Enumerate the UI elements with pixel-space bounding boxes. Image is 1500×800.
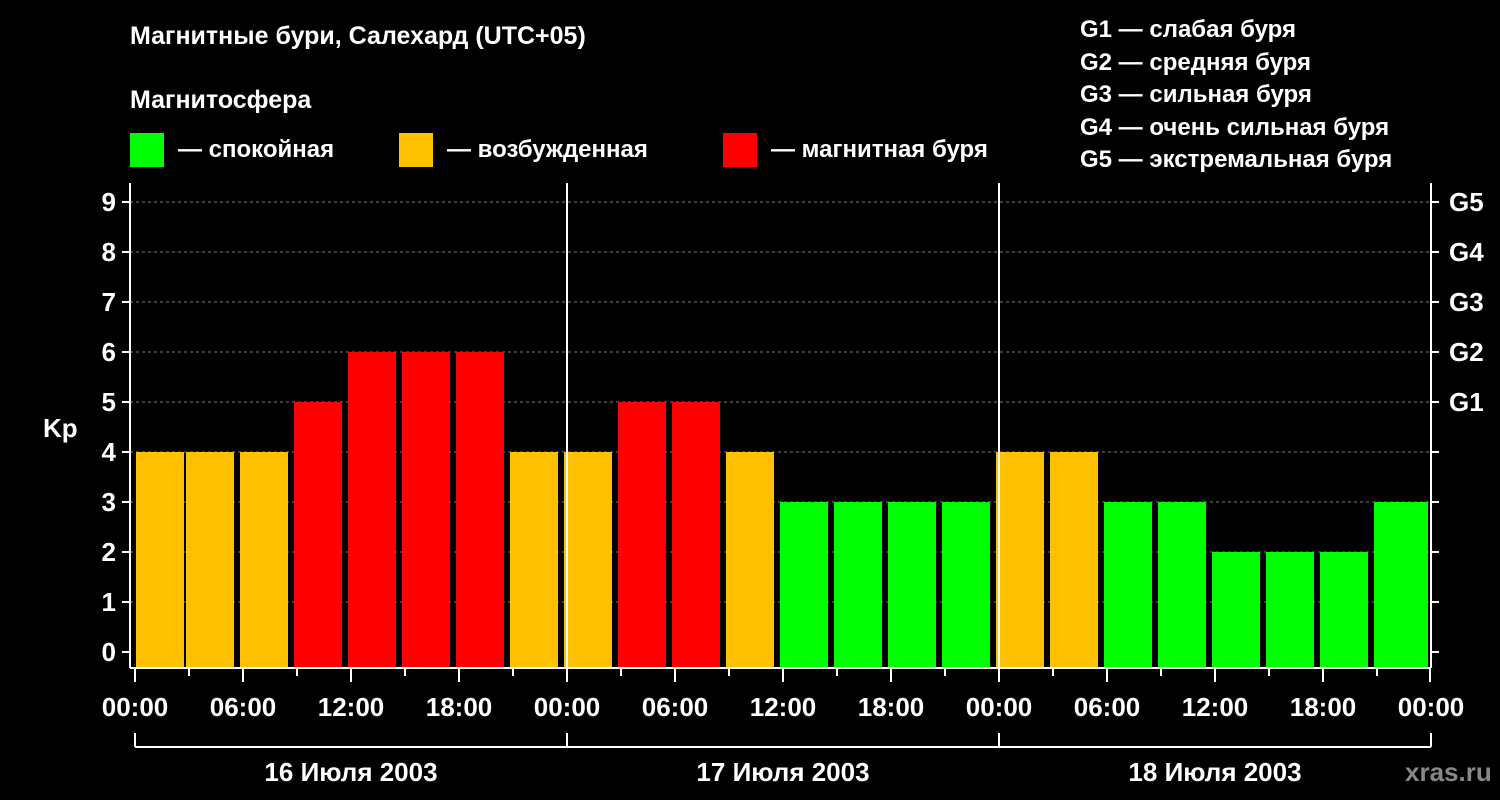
bar	[402, 352, 450, 668]
g-level-label: G5	[1449, 187, 1484, 217]
bar	[348, 352, 396, 668]
x-tick-label: 12:00	[750, 692, 817, 722]
y-tick-label: 1	[102, 587, 116, 617]
bar	[510, 452, 558, 668]
x-tick-label: 12:00	[318, 692, 385, 722]
bar	[672, 402, 720, 668]
bar	[294, 402, 342, 668]
g-level-label: G3	[1449, 287, 1484, 317]
bar	[240, 452, 288, 668]
bar	[834, 502, 882, 668]
x-tick-label: 00:00	[102, 692, 169, 722]
x-tick-label: 00:00	[966, 692, 1033, 722]
bar	[618, 402, 666, 668]
y-tick-label: 8	[102, 237, 116, 267]
x-tick-label: 18:00	[858, 692, 925, 722]
x-tick-label: 18:00	[1290, 692, 1357, 722]
kp-bar-chart: 0 1 2 3 4 5 6 7 8 9 Kp G1 G2 G3 G4 G5 00:00 06:00 12:00 18:…	[43, 183, 1484, 787]
y-tick-label: 9	[102, 187, 116, 217]
y-tick-label: 4	[102, 437, 117, 467]
x-tick-label: 18:00	[426, 692, 493, 722]
y-tick-label: 0	[102, 637, 116, 667]
bar	[564, 452, 612, 668]
x-tick-label: 06:00	[642, 692, 709, 722]
day-label: 18 Июля 2003	[1128, 757, 1301, 787]
bar	[780, 502, 828, 668]
y-tick-label: 3	[102, 487, 116, 517]
bar-partial	[1416, 502, 1428, 668]
x-tick-label: 12:00	[1182, 692, 1249, 722]
bar	[456, 352, 504, 668]
y-axis-label: Kp	[43, 413, 78, 443]
bar	[1320, 552, 1368, 668]
y-tick-label: 7	[102, 287, 116, 317]
day-label: 17 Июля 2003	[696, 757, 869, 787]
bar	[1050, 452, 1098, 668]
x-tick-label: 00:00	[534, 692, 601, 722]
bar	[942, 502, 990, 668]
g-level-label: G2	[1449, 337, 1484, 367]
y-tick-label: 6	[102, 337, 116, 367]
watermark: xras.ru	[1405, 757, 1492, 787]
y-tick-label: 5	[102, 387, 116, 417]
bar	[136, 452, 184, 668]
bar	[1212, 552, 1260, 668]
x-tick-label: 00:00	[1398, 692, 1465, 722]
x-tick-label: 06:00	[210, 692, 277, 722]
bar	[726, 452, 774, 668]
bar	[996, 452, 1044, 668]
day-label: 16 Июля 2003	[264, 757, 437, 787]
bar	[1158, 502, 1206, 668]
bar	[888, 502, 936, 668]
bar	[1266, 552, 1314, 668]
g-level-label: G4	[1449, 237, 1484, 267]
bar	[1374, 502, 1422, 668]
bar	[1104, 502, 1152, 668]
y-tick-label: 2	[102, 537, 116, 567]
x-tick-label: 06:00	[1074, 692, 1141, 722]
bar	[186, 452, 234, 668]
g-level-label: G1	[1449, 387, 1484, 417]
